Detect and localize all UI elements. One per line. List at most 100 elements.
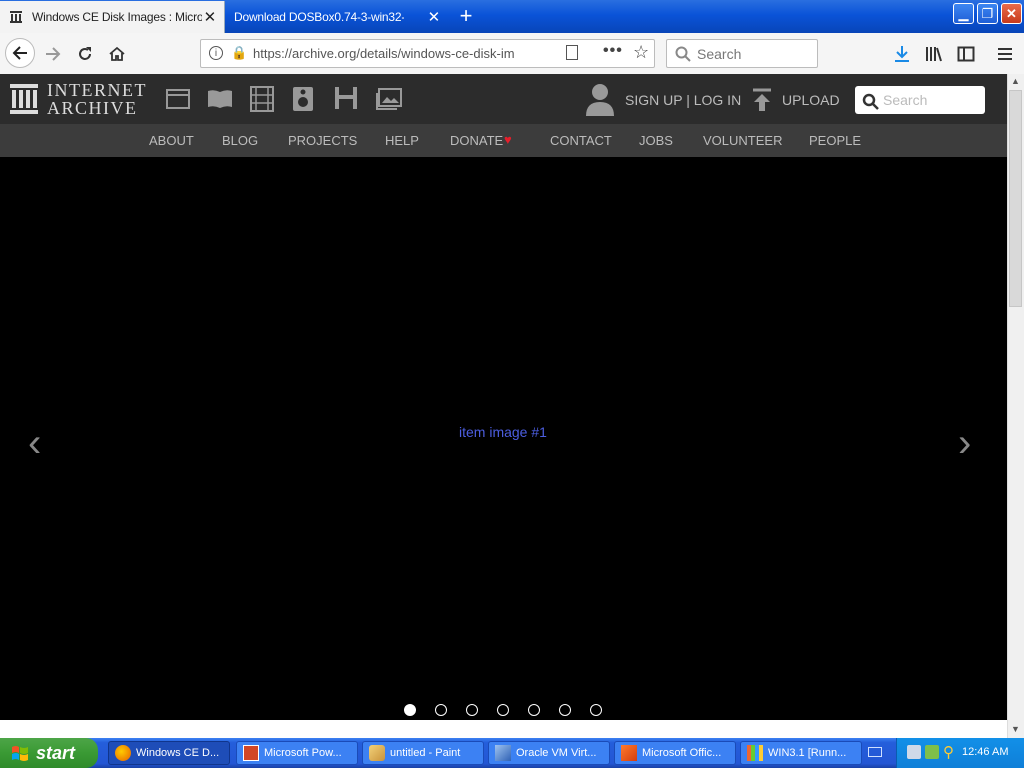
nav-about[interactable]: ABOUT [149, 133, 194, 148]
win31-icon [747, 745, 763, 761]
reload-icon [79, 47, 91, 60]
bookmark-star-icon[interactable]: ☆ [633, 42, 649, 63]
task-label: Microsoft Offic... [642, 747, 722, 759]
item-image-alt-text[interactable]: item image #1 [459, 424, 547, 440]
taskbar-item-office[interactable]: Microsoft Offic... [614, 741, 736, 765]
url-text[interactable]: https://archive.org/details/windows-ce-d… [253, 46, 528, 61]
ia-logo[interactable] [10, 84, 38, 119]
nav-projects[interactable]: PROJECTS [288, 133, 357, 148]
web-icon[interactable] [166, 88, 190, 110]
minimize-button[interactable]: ▁ [953, 3, 974, 24]
task-label: Microsoft Pow... [264, 747, 342, 759]
search-icon [675, 46, 691, 62]
hamburger-icon [998, 48, 1012, 60]
taskbar-item-virtualbox[interactable]: Oracle VM Virt... [488, 741, 610, 765]
reload-button[interactable] [71, 40, 99, 68]
images-icon[interactable] [376, 88, 402, 110]
search-icon [862, 93, 879, 110]
upload-icon[interactable] [752, 88, 772, 112]
video-icon[interactable] [250, 86, 274, 112]
taskbar-clock: 12:46 AM [962, 746, 1009, 758]
tray-network-icon[interactable] [907, 745, 921, 759]
carousel-dot-3[interactable] [466, 704, 478, 716]
task-label: Windows CE D... [136, 747, 220, 759]
browser-search-box[interactable]: Search [666, 39, 818, 68]
nav-help[interactable]: HELP [385, 133, 419, 148]
upload-link[interactable]: UPLOAD [782, 92, 840, 108]
nav-blog[interactable]: BLOG [222, 133, 258, 148]
keyboard-icon[interactable] [868, 747, 882, 757]
item-image-carousel: item image #1 ‹ › [0, 157, 1007, 720]
nav-volunteer[interactable]: VOLUNTEER [703, 133, 782, 148]
audio-icon[interactable] [292, 86, 314, 112]
carousel-dot-7[interactable] [590, 704, 602, 716]
software-icon[interactable] [334, 86, 358, 110]
ia-search-placeholder: Search [883, 92, 928, 108]
tray-security-icon[interactable] [925, 745, 939, 759]
carousel-dot-1[interactable] [404, 704, 416, 716]
tray-search-icon[interactable]: ⚲ [943, 743, 954, 761]
ia-secondary-nav: ABOUT BLOG PROJECTS HELP DONATE ♥ CONTAC… [0, 124, 1007, 157]
close-tab-icon[interactable]: ✕ [204, 8, 217, 26]
scroll-down-icon[interactable]: ▼ [1011, 724, 1020, 734]
taskbar-item-powerpoint[interactable]: Microsoft Pow... [236, 741, 358, 765]
carousel-dot-4[interactable] [497, 704, 509, 716]
forward-arrow-icon [46, 47, 61, 61]
taskbar-item-win31[interactable]: WIN3.1 [Runn... [740, 741, 862, 765]
library-icon [926, 47, 942, 62]
carousel-prev-icon[interactable]: ‹ [28, 423, 41, 463]
nav-donate[interactable]: DONATE [450, 133, 503, 148]
nav-jobs[interactable]: JOBS [639, 133, 673, 148]
ia-logo-text[interactable]: INTERNET ARCHIVE [47, 81, 147, 117]
scrollbar-thumb[interactable] [1009, 90, 1022, 307]
scroll-up-icon[interactable]: ▲ [1011, 76, 1020, 86]
user-icon[interactable] [585, 82, 615, 116]
page-actions-icon[interactable]: ••• [603, 42, 623, 60]
taskbar-item-windows-ce[interactable]: Windows CE D... [108, 741, 230, 765]
downloads-button[interactable] [888, 40, 916, 68]
start-button[interactable]: start [0, 738, 98, 768]
carousel-dot-5[interactable] [528, 704, 540, 716]
firefox-icon [115, 745, 131, 761]
new-tab-button[interactable]: + [455, 4, 477, 28]
heart-icon: ♥ [504, 132, 512, 147]
forward-button[interactable] [39, 40, 67, 68]
ia-top-bar: INTERNET ARCHIVE SIGN UP | LOG IN UPLOAD… [0, 74, 1007, 124]
home-icon [109, 46, 125, 61]
menu-button[interactable] [991, 40, 1019, 68]
carousel-dot-6[interactable] [559, 704, 571, 716]
close-tab-icon[interactable]: ✕ [428, 8, 441, 26]
ia-search-input[interactable]: Search [855, 86, 985, 114]
reader-view-icon[interactable] [566, 45, 578, 60]
nav-people[interactable]: PEOPLE [809, 133, 861, 148]
close-window-button[interactable]: ✕ [1001, 3, 1022, 24]
tab-dosbox-download[interactable]: Download DOSBox0.74-3-win32-installer ✕ [226, 1, 448, 33]
back-arrow-icon [12, 46, 27, 60]
tab-title: Windows CE Disk Images : Microsoft [32, 10, 202, 24]
library-button[interactable] [920, 40, 948, 68]
carousel-next-icon[interactable]: › [958, 423, 971, 463]
task-label: untitled - Paint [390, 747, 461, 759]
back-button[interactable] [5, 38, 35, 68]
nav-contact[interactable]: CONTACT [550, 133, 612, 148]
task-label: WIN3.1 [Runn... [768, 747, 847, 759]
lock-icon: 🔒 [231, 45, 248, 60]
texts-icon[interactable] [207, 88, 233, 110]
start-label: start [36, 742, 76, 763]
info-icon[interactable]: i [209, 46, 223, 60]
sidebar-button[interactable] [952, 40, 980, 68]
paint-icon [369, 745, 385, 761]
navigation-toolbar: i 🔒 https://archive.org/details/windows-… [0, 33, 1024, 75]
tab-windows-ce-disk-images[interactable]: Windows CE Disk Images : Microsoft ✕ [0, 1, 225, 33]
archive-building-icon [10, 84, 38, 114]
logo-line-archive: ARCHIVE [47, 98, 138, 118]
home-button[interactable] [103, 40, 131, 68]
sign-up-log-in-link[interactable]: SIGN UP | LOG IN [625, 92, 741, 108]
tab-title: Download DOSBox0.74-3-win32-installer [234, 10, 404, 24]
taskbar-item-paint[interactable]: untitled - Paint [362, 741, 484, 765]
carousel-dot-2[interactable] [435, 704, 447, 716]
address-bar[interactable]: i 🔒 https://archive.org/details/windows-… [200, 39, 655, 68]
office-icon [621, 745, 637, 761]
restore-button[interactable]: ❐ [977, 3, 998, 24]
windows-logo-icon [12, 746, 28, 761]
